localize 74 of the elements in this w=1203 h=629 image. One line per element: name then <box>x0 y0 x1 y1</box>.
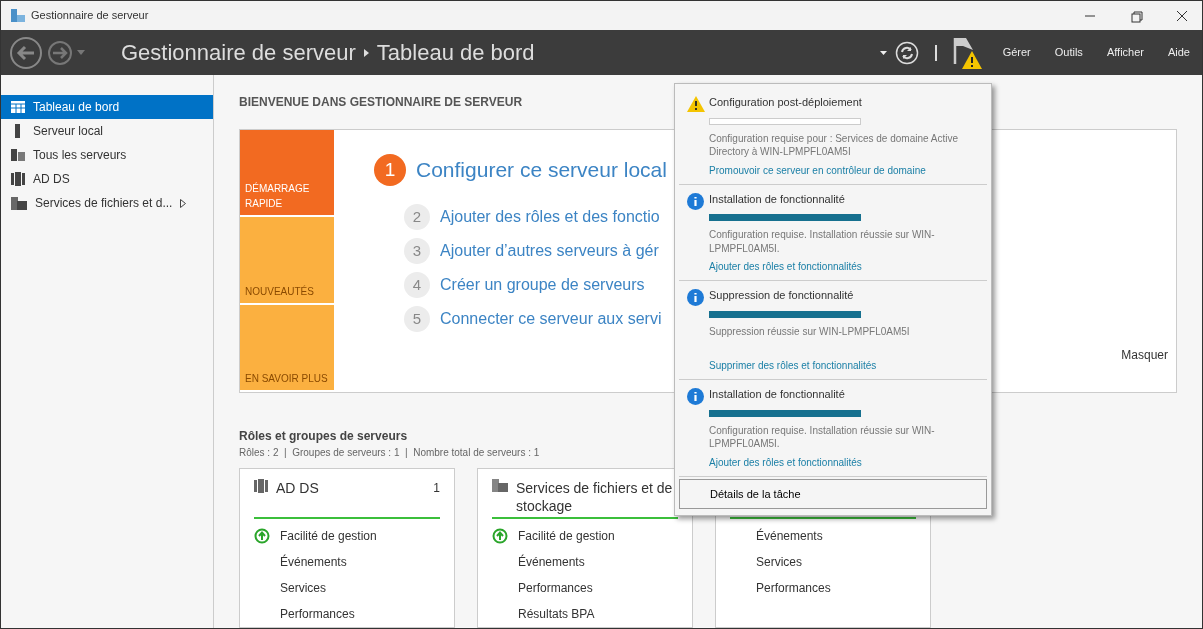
role-card[interactable]: Services de fichiers et de stockage Facilité de gestion Événements Performances Résultats BPA <box>477 468 693 628</box>
step-link[interactable]: Ajouter d’autres serveurs à gér <box>440 239 659 263</box>
role-card[interactable]: AD DS 1 Facilité de gestion Événements Services Performances <box>239 468 455 628</box>
hide-link[interactable]: Masquer <box>1121 346 1168 364</box>
card-link[interactable]: Performances <box>518 579 593 598</box>
step-number: 1 <box>374 154 406 186</box>
step-number: 4 <box>404 272 430 298</box>
caret-icon[interactable] <box>879 50 887 55</box>
notification-link[interactable]: Supprimer des rôles et fonctionnalités <box>709 358 981 373</box>
info-icon <box>687 192 704 210</box>
flag-warning-icon[interactable] <box>952 35 983 70</box>
menu-item[interactable]: Outils <box>1042 44 1095 61</box>
server-rack-icon <box>11 172 25 186</box>
card-link[interactable]: Facilité de gestion <box>280 527 377 545</box>
notification-message: Configuration requise pour : Services de domaine Active Directory à WIN-LPMPFL0AM5I <box>709 131 960 159</box>
card-link[interactable]: Facilité de gestion <box>518 527 615 546</box>
section-title: Rôles et groupes de serveurs <box>239 428 408 445</box>
server-rack-icon <box>254 479 268 493</box>
card-link[interactable]: Événements <box>280 553 347 571</box>
info-icon <box>687 388 704 405</box>
card-link[interactable]: Services <box>756 553 802 571</box>
refresh-icon[interactable] <box>894 40 919 65</box>
step-link[interactable]: Configurer ce serveur local <box>416 154 667 186</box>
notification-message: Configuration requise. Installation réussie sur WIN-LPMPFL0AM5I. <box>709 228 936 255</box>
menu-item[interactable]: Afficher <box>1094 44 1156 61</box>
tile[interactable]: EN SAVOIR PLUS <box>240 304 334 390</box>
window-title: Gestionnaire de serveur <box>31 8 149 24</box>
count: 1 <box>433 480 440 497</box>
summary-text: Rôles : 2 | Groupes de serveurs : 1 | Nombre total de serveurs : 1 <box>239 446 540 460</box>
notification-title: Configuration post-déploiement <box>709 95 863 110</box>
notification-title: Installation de fonctionnalité <box>709 191 846 207</box>
menu-item[interactable]: Gérer <box>990 44 1043 61</box>
notification-title: Installation de fonctionnalité <box>709 387 846 402</box>
info-icon <box>687 289 704 306</box>
card-title: Services de fichiers et de stockage <box>516 479 674 516</box>
card-link[interactable]: Performances <box>756 579 831 597</box>
card-link[interactable]: Résultats BPA <box>518 605 595 624</box>
notification-title: Suppression de fonctionnalité <box>709 288 855 303</box>
notification-link[interactable]: Promouvoir ce serveur en contrôleur de domaine <box>709 162 981 178</box>
breadcrumb-item: Tableau de bord <box>376 39 535 67</box>
menu-item[interactable]: Aide <box>1155 44 1202 61</box>
sidebar-item[interactable]: Serveur local <box>1 119 213 143</box>
breadcrumb-item[interactable]: Gestionnaire de serveur <box>121 36 356 69</box>
step-number: 2 <box>404 204 430 230</box>
card-link[interactable]: Événements <box>756 527 823 545</box>
warning-icon <box>687 96 705 112</box>
notification-link[interactable]: Ajouter des rôles et fonctionnalités <box>709 259 981 274</box>
section-title: BIENVENUE DANS GESTIONNAIRE DE SERVEUR <box>239 94 523 111</box>
sidebar-item[interactable]: Tous les serveurs <box>1 143 213 167</box>
sidebar-item[interactable]: Tableau de bord <box>1 95 213 119</box>
expand-arrow-icon[interactable] <box>180 198 187 208</box>
card-link[interactable]: Performances <box>280 605 355 623</box>
card-link[interactable]: Services <box>280 579 326 597</box>
tile[interactable]: NOUVEAUTÉS <box>240 217 334 303</box>
notification-link[interactable]: Ajouter des rôles et fonctionnalités <box>709 454 981 470</box>
app-icon <box>11 9 25 22</box>
sidebar-item[interactable]: AD DS <box>1 167 213 191</box>
folder-server-icon <box>11 196 27 210</box>
servers-icon <box>11 149 25 161</box>
step-link[interactable]: Ajouter des rôles et des fonctio <box>440 205 660 229</box>
notification-message: Configuration requise. Installation réussie sur WIN-LPMPFL0AM5I. <box>709 423 936 451</box>
grid-icon <box>11 101 25 113</box>
notification-message: Suppression réussie sur WIN-LPMPFL0AM5I <box>709 324 911 338</box>
sidebar-item[interactable]: Services de fichiers et d... <box>1 191 213 215</box>
card-title: AD DS <box>276 479 320 498</box>
step-link[interactable]: Connecter ce serveur aux servi <box>440 307 662 331</box>
folder-server-icon <box>492 479 508 492</box>
step-link[interactable]: Créer un groupe de serveurs <box>440 273 645 297</box>
chevron-icon <box>363 48 369 57</box>
minimize-icon <box>1085 14 1095 17</box>
card-link[interactable]: Événements <box>518 553 585 572</box>
task-details-button[interactable]: Détails de la tâche <box>679 478 987 509</box>
step-number: 3 <box>404 238 430 264</box>
step-number: 5 <box>404 306 430 332</box>
